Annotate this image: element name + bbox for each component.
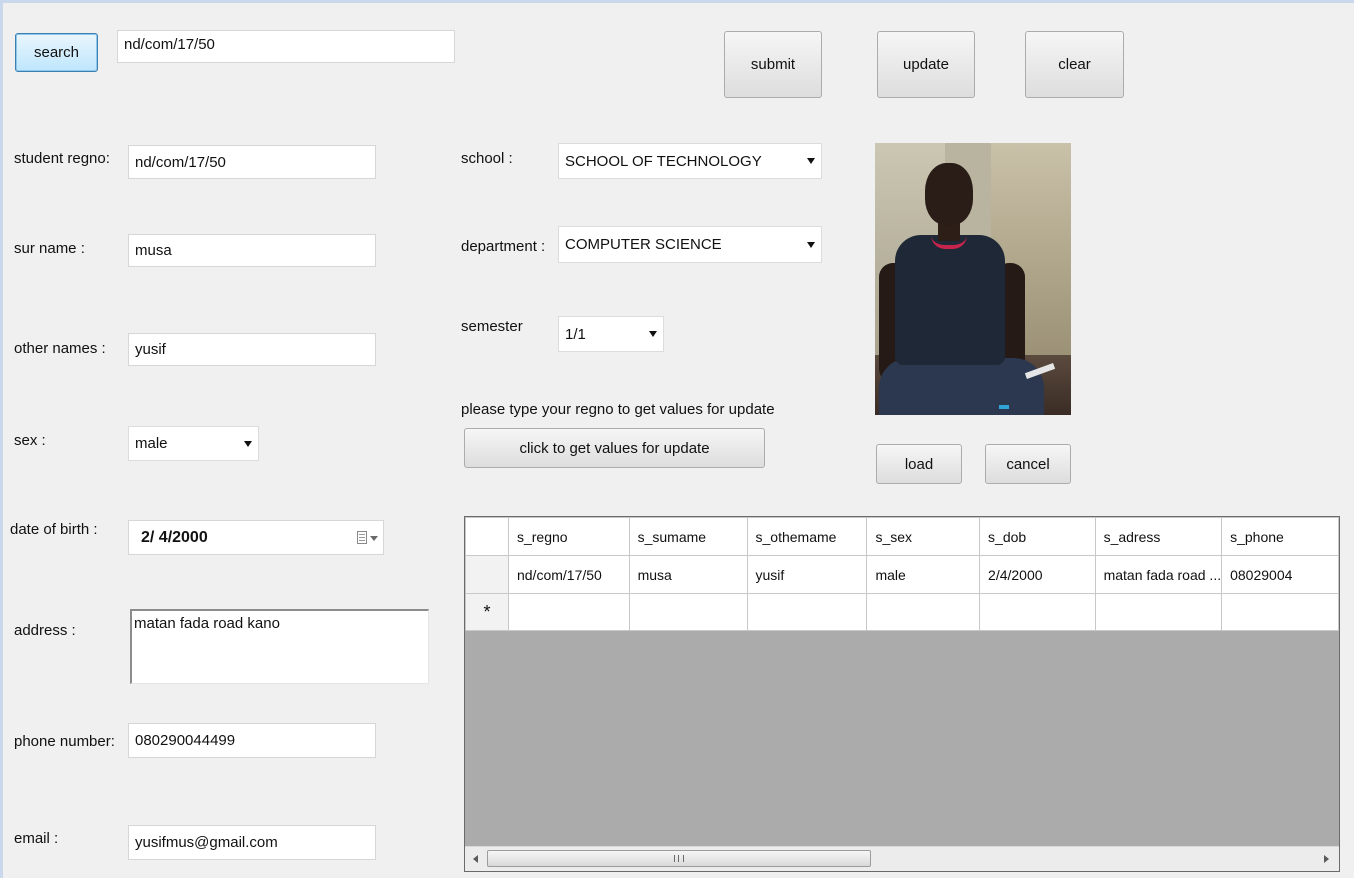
get-values-button[interactable]: click to get values for update [464,428,765,468]
update-hint: please type your regno to get values for… [461,401,775,418]
table-header-row: s_regno s_sumame s_othemame s_sex s_dob … [465,517,1339,556]
new-row[interactable]: * [465,593,1339,631]
semester-select-value: 1/1 [565,325,586,343]
phone-label: phone number: [14,733,115,750]
chevron-down-icon [244,440,252,447]
column-header[interactable]: s_adress [1094,517,1223,556]
department-select-value: COMPUTER SCIENCE [565,236,722,253]
load-photo-button[interactable]: load [876,444,962,484]
scroll-left-icon[interactable] [473,855,478,863]
table-cell[interactable]: yusif [746,555,868,594]
scroll-grip-icon [674,855,684,862]
regno-label: student regno: [14,150,110,167]
dob-value: 2/ 4/2000 [141,528,208,546]
table-cell[interactable]: 08029004 [1221,555,1339,594]
scroll-right-icon[interactable] [1324,855,1329,863]
sex-select-value: male [135,435,168,452]
scrollbar-thumb[interactable] [487,850,871,867]
calendar-icon[interactable] [357,531,367,544]
phone-input[interactable]: 080290044499 [128,723,376,758]
column-header[interactable]: s_phone [1221,517,1339,556]
school-label: school : [461,150,513,167]
othernames-input[interactable]: yusif [128,333,376,366]
email-label: email : [14,830,59,847]
photo-figure [925,163,973,225]
table-cell[interactable] [1094,593,1223,631]
dob-label: date of birth : [10,521,98,538]
table-cell[interactable] [866,593,981,631]
semester-select[interactable]: 1/1 [558,316,664,352]
window-top-border [0,0,1354,3]
table-cell[interactable] [507,593,630,631]
search-button[interactable]: search [15,33,98,72]
column-header[interactable]: s_regno [507,517,630,556]
department-label: department : [461,238,546,255]
table-cell[interactable]: male [866,555,981,594]
chevron-down-icon[interactable] [370,536,378,541]
chevron-down-icon [807,241,815,248]
chevron-down-icon [649,331,657,337]
window-left-border [0,0,3,878]
othernames-label: other names : [14,340,106,357]
column-header[interactable]: s_sumame [628,517,748,556]
table-cell[interactable]: 2/4/2000 [979,555,1096,594]
column-header[interactable]: s_othemame [746,517,868,556]
photo-figure [879,358,1044,415]
surname-input[interactable]: musa [128,234,376,267]
address-label: address : [14,622,76,639]
table-cell[interactable] [979,593,1096,631]
table-row[interactable]: nd/com/17/50 musa yusif male 2/4/2000 ma… [465,555,1339,594]
school-select-value: SCHOOL OF TECHNOLOGY [565,152,762,170]
clear-button[interactable]: clear [1025,31,1124,98]
dob-picker[interactable]: 2/ 4/2000 [128,520,384,555]
students-table: s_regno s_sumame s_othemame s_sex s_dob … [465,517,1339,631]
photo-figure [999,405,1009,409]
cancel-photo-button[interactable]: cancel [985,444,1071,484]
search-input[interactable]: nd/com/17/50 [117,30,455,63]
row-header[interactable] [465,555,509,594]
surname-label: sur name : [14,240,85,257]
semester-label: semester [461,318,523,335]
regno-input[interactable]: nd/com/17/50 [128,145,376,179]
table-cell[interactable]: musa [628,555,748,594]
student-photo [875,143,1071,415]
submit-button[interactable]: submit [724,31,822,98]
photo-figure [895,235,1005,365]
update-button[interactable]: update [877,31,975,98]
horizontal-scrollbar[interactable] [465,846,1339,871]
chevron-down-icon [807,158,815,164]
column-header[interactable]: s_sex [866,517,981,556]
column-header[interactable]: s_dob [979,517,1096,556]
email-input[interactable]: yusifmus@gmail.com [128,825,376,860]
address-textarea[interactable]: matan fada road kano [130,609,429,684]
table-cell[interactable] [628,593,748,631]
department-select[interactable]: COMPUTER SCIENCE [558,226,822,263]
table-cell[interactable] [1221,593,1339,631]
school-select[interactable]: SCHOOL OF TECHNOLOGY [558,143,822,179]
table-cell[interactable]: matan fada road ... [1094,555,1223,594]
sex-select[interactable]: male [128,426,259,461]
sex-label: sex : [14,432,46,449]
students-grid[interactable]: s_regno s_sumame s_othemame s_sex s_dob … [464,516,1340,872]
row-header-corner[interactable] [465,517,509,556]
table-cell[interactable]: nd/com/17/50 [507,555,630,594]
table-cell[interactable] [746,593,868,631]
new-row-marker-icon: * [465,593,509,631]
